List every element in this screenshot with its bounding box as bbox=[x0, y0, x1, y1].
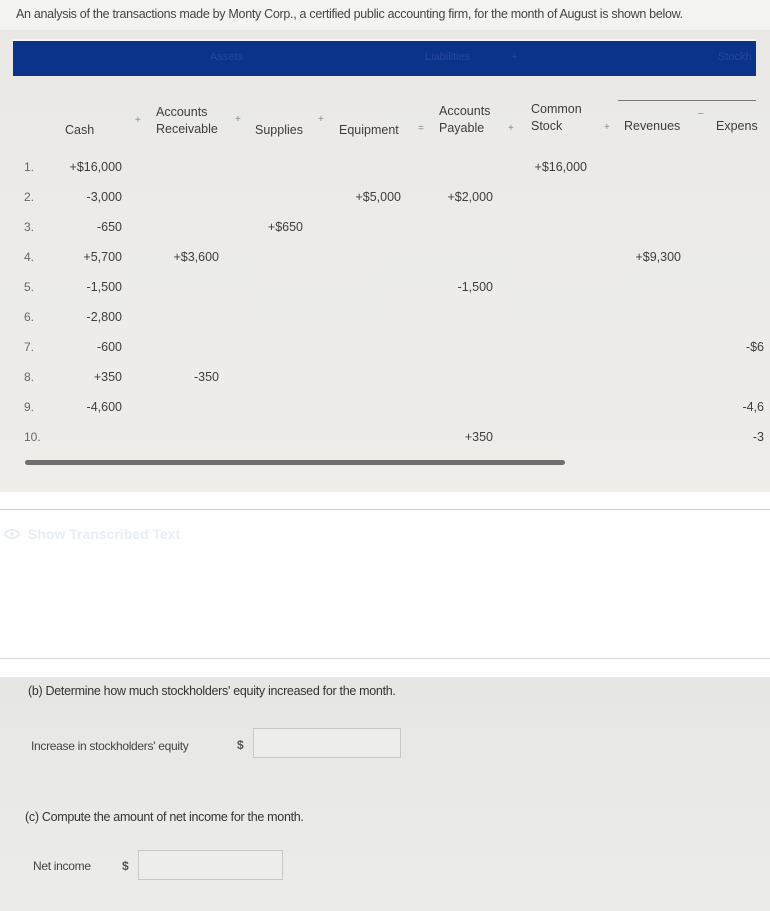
cell-cash: -2,800 bbox=[86, 310, 122, 324]
part-b-question: (b) Determine how much stockholders' equ… bbox=[28, 684, 396, 698]
cell-ar: -350 bbox=[193, 370, 219, 384]
cell-ap: +$2,000 bbox=[447, 190, 493, 204]
header-equipment: Equipment bbox=[339, 123, 399, 137]
show-transcribed-text-label: Show Transcribed Text bbox=[28, 526, 181, 542]
band-label-assets: Assets bbox=[210, 51, 244, 63]
part-b-label: Increase in stockholders' equity bbox=[31, 739, 189, 753]
net-income-input[interactable] bbox=[138, 850, 283, 880]
row-number: 1. bbox=[24, 160, 35, 174]
header-accounts-payable: Accounts Payable bbox=[439, 104, 491, 135]
header-supplies: Supplies bbox=[255, 123, 303, 137]
retained-earnings-divider bbox=[618, 100, 756, 101]
part-c-currency: $ bbox=[122, 859, 129, 873]
header-expenses: Expens bbox=[716, 119, 758, 133]
op-plus: + bbox=[318, 114, 324, 125]
header-revenues: Revenues bbox=[624, 119, 681, 133]
cell-cash: -4,600 bbox=[86, 400, 122, 414]
row-number: 9. bbox=[24, 400, 35, 414]
row-number: 4. bbox=[24, 250, 35, 264]
cell-supplies: +$650 bbox=[267, 220, 303, 234]
header-common-stock: Common Stock bbox=[531, 102, 582, 133]
cell-cash: +$16,000 bbox=[69, 160, 122, 174]
op-minus: – bbox=[698, 108, 704, 119]
row-number: 7. bbox=[24, 340, 35, 354]
questions-section: (b) Determine how much stockholders' equ… bbox=[0, 677, 770, 911]
op-equals: = bbox=[418, 123, 424, 134]
cell-cash: +350 bbox=[93, 370, 122, 384]
cell-cash: -1,500 bbox=[86, 280, 122, 294]
row-number: 6. bbox=[24, 310, 35, 324]
row-number: 3. bbox=[24, 220, 35, 234]
row-number: 2. bbox=[24, 190, 35, 204]
cell-cs: +$16,000 bbox=[534, 160, 587, 174]
cell-ap: -1,500 bbox=[457, 280, 493, 294]
row-number: 10. bbox=[24, 430, 41, 444]
show-transcribed-text-button[interactable]: Show Transcribed Text bbox=[4, 526, 180, 542]
cell-ar: +$3,600 bbox=[173, 250, 219, 264]
band-label-stockholders-equity: Stockh bbox=[718, 51, 752, 63]
cell-ap: +350 bbox=[464, 430, 493, 444]
cell-cash: -650 bbox=[96, 220, 122, 234]
header-cash: Cash bbox=[65, 123, 95, 137]
op-plus: + bbox=[508, 123, 514, 134]
cell-equipment: +$5,000 bbox=[355, 190, 401, 204]
op-plus: + bbox=[604, 122, 610, 133]
row-number: 5. bbox=[24, 280, 35, 294]
divider bbox=[0, 509, 770, 510]
op-plus: + bbox=[235, 114, 241, 125]
cell-exp: -4,6 bbox=[742, 400, 764, 414]
stockholders-equity-increase-input[interactable] bbox=[253, 728, 401, 758]
horizontal-scrollbar[interactable] bbox=[25, 460, 565, 465]
transcription-panel: Show Transcribed Text bbox=[0, 492, 770, 677]
cell-cash: +5,700 bbox=[83, 250, 122, 264]
cell-exp: -3 bbox=[752, 430, 764, 444]
intro-text: An analysis of the transactions made by … bbox=[16, 7, 683, 21]
part-c-question: (c) Compute the amount of net income for… bbox=[25, 810, 304, 824]
cell-cash: -3,000 bbox=[86, 190, 122, 204]
part-b-currency: $ bbox=[237, 738, 244, 752]
part-c-label: Net income bbox=[33, 859, 91, 873]
row-number: 8. bbox=[24, 370, 35, 384]
header-accounts-receivable: Accounts Receivable bbox=[156, 105, 218, 136]
op-plus: + bbox=[135, 115, 141, 126]
band-op-plus: + bbox=[511, 51, 518, 63]
equation-header-band: Assets Liabilities + Stockh bbox=[13, 39, 756, 76]
transaction-table: Assets Liabilities + Stockh Cash + Accou… bbox=[0, 30, 770, 492]
cell-exp: -$6 bbox=[745, 340, 764, 354]
cell-cash: -600 bbox=[96, 340, 122, 354]
eye-icon bbox=[4, 529, 20, 539]
cell-rev: +$9,300 bbox=[635, 250, 681, 264]
divider bbox=[0, 658, 770, 659]
band-label-liabilities: Liabilities bbox=[425, 51, 471, 63]
